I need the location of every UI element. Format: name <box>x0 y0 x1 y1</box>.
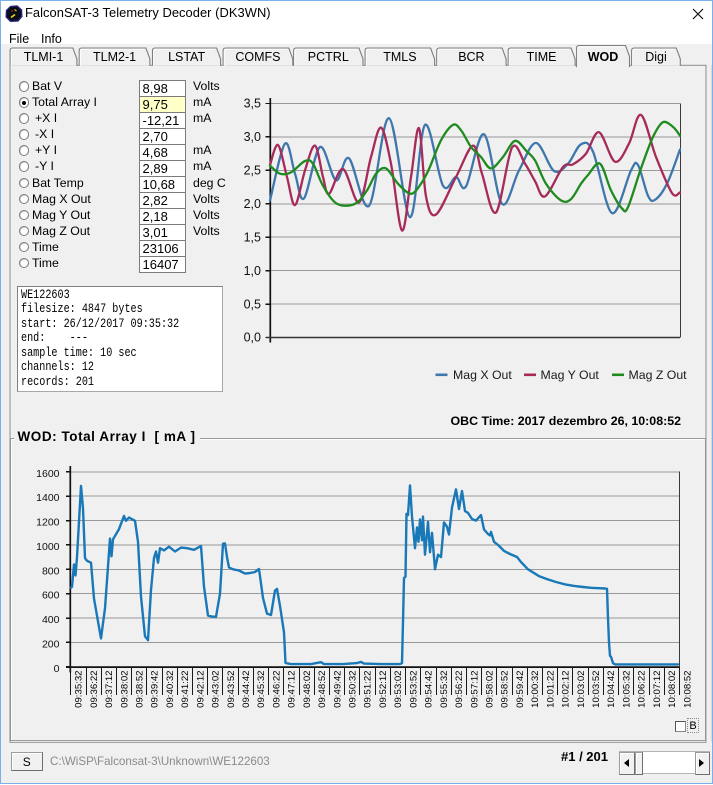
svg-text:09:38:52: 09:38:52 <box>135 671 146 708</box>
svg-text:400: 400 <box>42 614 60 626</box>
svg-text:TLM2-1: TLM2-1 <box>93 50 136 64</box>
svg-text:09:55:32: 09:55:32 <box>439 671 450 708</box>
svg-text:09:49:42: 09:49:42 <box>332 671 343 708</box>
svg-text:09:53:52: 09:53:52 <box>408 671 419 708</box>
svg-text:Mag X Out: Mag X Out <box>453 368 512 382</box>
svg-text:09:38:02: 09:38:02 <box>119 671 130 708</box>
svg-text:10:02:12: 10:02:12 <box>561 671 572 708</box>
svg-text:800: 800 <box>42 565 60 577</box>
svg-text:10:06:22: 10:06:22 <box>637 671 648 708</box>
svg-text:600: 600 <box>42 590 60 602</box>
svg-text:09:42:12: 09:42:12 <box>195 671 206 708</box>
svg-text:LSTAT: LSTAT <box>168 50 205 64</box>
svg-text:1600: 1600 <box>36 468 60 480</box>
svg-text:1,0: 1,0 <box>244 264 261 278</box>
svg-text:10:03:02: 10:03:02 <box>576 671 587 708</box>
svg-text:09:59:42: 09:59:42 <box>515 671 526 708</box>
svg-text:10:07:12: 10:07:12 <box>652 671 663 708</box>
svg-text:TLMI-1: TLMI-1 <box>24 50 64 64</box>
svg-text:09:44:42: 09:44:42 <box>241 671 252 708</box>
svg-text:BCR: BCR <box>458 50 484 64</box>
svg-text:1,5: 1,5 <box>244 230 261 244</box>
svg-text:09:53:02: 09:53:02 <box>393 671 404 708</box>
svg-text:10:04:42: 10:04:42 <box>606 671 617 708</box>
svg-text:09:48:52: 09:48:52 <box>317 671 328 708</box>
svg-text:0,5: 0,5 <box>244 297 261 311</box>
svg-text:TMLS: TMLS <box>383 50 416 64</box>
svg-text:0: 0 <box>54 663 60 675</box>
svg-text:09:36:22: 09:36:22 <box>89 671 100 708</box>
svg-text:09:54:42: 09:54:42 <box>424 671 435 708</box>
svg-text:10:08:52: 10:08:52 <box>682 671 693 708</box>
svg-text:09:43:52: 09:43:52 <box>226 671 237 708</box>
svg-text:Digi: Digi <box>645 50 667 64</box>
svg-text:3,5: 3,5 <box>244 97 261 111</box>
svg-text:Mag Y Out: Mag Y Out <box>541 368 600 382</box>
svg-text:PCTRL: PCTRL <box>308 50 349 64</box>
svg-text:09:41:22: 09:41:22 <box>180 671 191 708</box>
svg-text:Mag Z Out: Mag Z Out <box>629 368 688 382</box>
svg-text:09:40:32: 09:40:32 <box>165 671 176 708</box>
svg-text:TIME: TIME <box>527 50 557 64</box>
svg-text:09:51:22: 09:51:22 <box>363 671 374 708</box>
svg-text:09:58:52: 09:58:52 <box>500 671 511 708</box>
svg-text:09:37:12: 09:37:12 <box>104 671 115 708</box>
svg-text:WOD: WOD <box>588 50 619 64</box>
svg-text:09:52:12: 09:52:12 <box>378 671 389 708</box>
svg-text:09:43:02: 09:43:02 <box>211 671 222 708</box>
svg-text:1400: 1400 <box>36 492 60 504</box>
svg-text:2,0: 2,0 <box>244 197 261 211</box>
svg-text:09:58:02: 09:58:02 <box>485 671 496 708</box>
svg-text:09:35:32: 09:35:32 <box>74 671 85 708</box>
svg-text:200: 200 <box>42 638 60 650</box>
svg-text:09:48:02: 09:48:02 <box>302 671 313 708</box>
svg-text:10:00:32: 10:00:32 <box>530 671 541 708</box>
svg-text:10:01:22: 10:01:22 <box>545 671 556 708</box>
svg-text:1000: 1000 <box>36 541 60 553</box>
svg-text:10:05:32: 10:05:32 <box>621 671 632 708</box>
svg-text:3,0: 3,0 <box>244 130 261 144</box>
svg-text:09:57:12: 09:57:12 <box>469 671 480 708</box>
svg-text:0,0: 0,0 <box>244 331 261 345</box>
svg-text:10:03:52: 10:03:52 <box>591 671 602 708</box>
svg-text:1200: 1200 <box>36 517 60 529</box>
svg-text:09:47:12: 09:47:12 <box>287 671 298 708</box>
svg-text:09:50:32: 09:50:32 <box>348 671 359 708</box>
svg-text:09:46:22: 09:46:22 <box>271 671 282 708</box>
svg-text:09:56:22: 09:56:22 <box>454 671 465 708</box>
svg-text:09:39:42: 09:39:42 <box>150 671 161 708</box>
svg-text:2,5: 2,5 <box>244 164 261 178</box>
svg-text:09:45:32: 09:45:32 <box>256 671 267 708</box>
svg-text:10:08:02: 10:08:02 <box>667 671 678 708</box>
svg-text:COMFS: COMFS <box>235 50 280 64</box>
